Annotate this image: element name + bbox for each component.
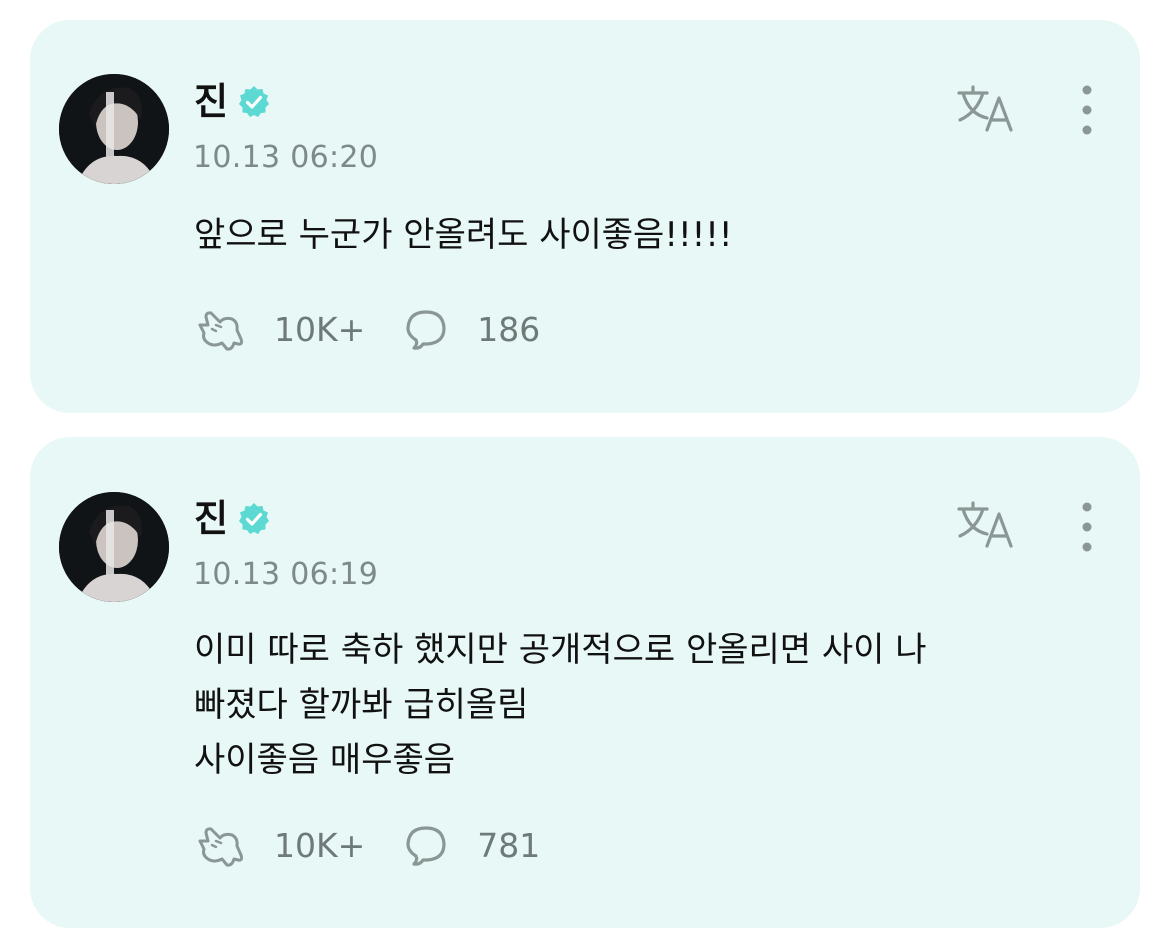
post-content: 앞으로 누군가 안올려도 사이좋음!!!!! <box>194 215 733 255</box>
author-name[interactable]: 진 <box>194 494 228 544</box>
comment-button[interactable]: 781 <box>403 821 540 871</box>
reaction-icon <box>198 827 244 867</box>
reaction-button[interactable]: 10K+ <box>194 305 365 355</box>
post-content: 이미 따로 축하 했지만 공개적으로 안올리면 사이 나 빠졌다 할까봐 급히올… <box>194 630 927 780</box>
post-timestamp: 10.13 06:20 <box>193 140 379 175</box>
post-card[interactable]: 진 10.13 06:20 앞으로 누군가 안올려도 사이좋음!!!!! 10K… <box>30 20 1140 413</box>
comment-bubble-icon <box>406 310 446 350</box>
comment-button[interactable]: 186 <box>403 305 540 355</box>
translate-icon[interactable] <box>955 500 1017 550</box>
verified-badge-icon <box>239 503 270 534</box>
comment-count: 186 <box>477 310 541 349</box>
reaction-button[interactable]: 10K+ <box>194 821 365 871</box>
comment-bubble-icon <box>406 826 446 866</box>
reaction-icon <box>198 311 244 351</box>
comment-count: 781 <box>477 826 541 865</box>
post-card[interactable]: 진 10.13 06:19 이미 따로 축하 했지만 공개적으로 안올리면 사이… <box>30 437 1140 928</box>
avatar[interactable] <box>59 492 169 602</box>
more-options-icon[interactable] <box>1070 83 1104 139</box>
author-name[interactable]: 진 <box>194 77 228 127</box>
reaction-count: 10K+ <box>274 826 366 865</box>
verified-badge-icon <box>239 86 270 117</box>
translate-icon[interactable] <box>955 84 1017 134</box>
reaction-count: 10K+ <box>274 310 366 349</box>
avatar[interactable] <box>59 74 169 184</box>
more-options-icon[interactable] <box>1070 500 1104 556</box>
post-timestamp: 10.13 06:19 <box>193 557 379 592</box>
